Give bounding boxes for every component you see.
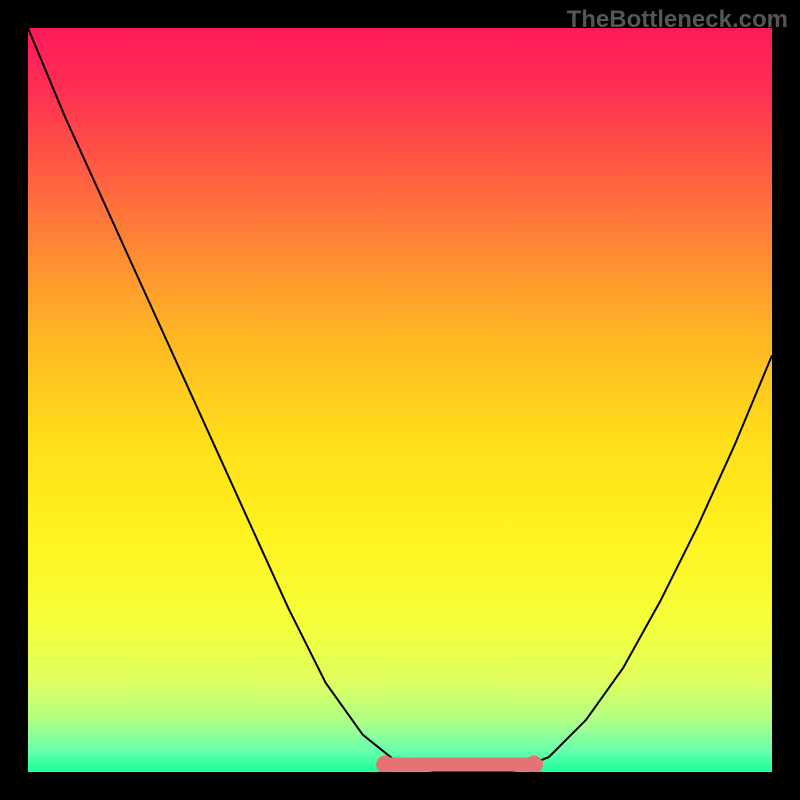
optimal-region-marker	[376, 756, 543, 772]
bottleneck-chart	[28, 28, 772, 772]
watermark-text: TheBottleneck.com	[567, 6, 788, 34]
chart-background	[28, 28, 772, 772]
